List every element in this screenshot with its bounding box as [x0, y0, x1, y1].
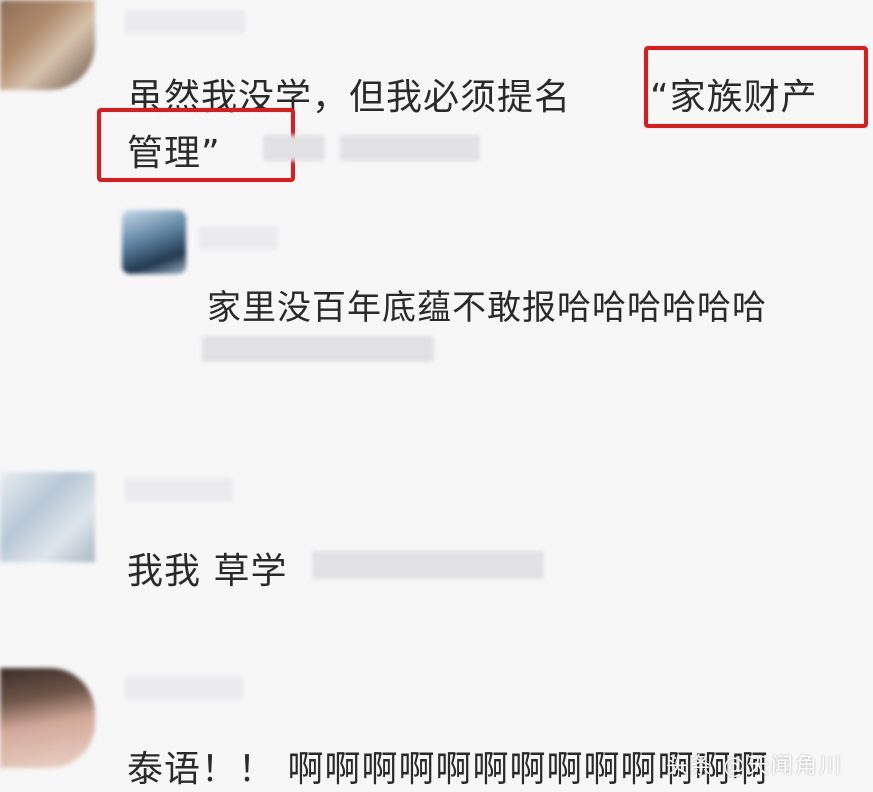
reply-text: 家里没百年底蕴不敢报哈哈哈哈哈哈	[207, 288, 767, 328]
highlight-box	[644, 46, 868, 128]
avatar[interactable]	[0, 472, 95, 562]
comment-text: 我我 草学	[127, 551, 288, 592]
comment-meta-blurred	[340, 135, 480, 161]
watermark: 头条 @天闻角川	[666, 754, 843, 779]
username-blurred	[125, 10, 245, 34]
username-blurred	[125, 478, 233, 502]
username-blurred	[125, 676, 243, 700]
reply-meta-blurred	[202, 336, 434, 362]
comment-meta-blurred	[263, 135, 325, 161]
comment-meta-blurred	[312, 551, 544, 579]
avatar[interactable]	[0, 0, 95, 90]
avatar[interactable]	[0, 668, 95, 768]
avatar[interactable]	[122, 210, 186, 274]
reply-username-blurred	[198, 226, 278, 250]
